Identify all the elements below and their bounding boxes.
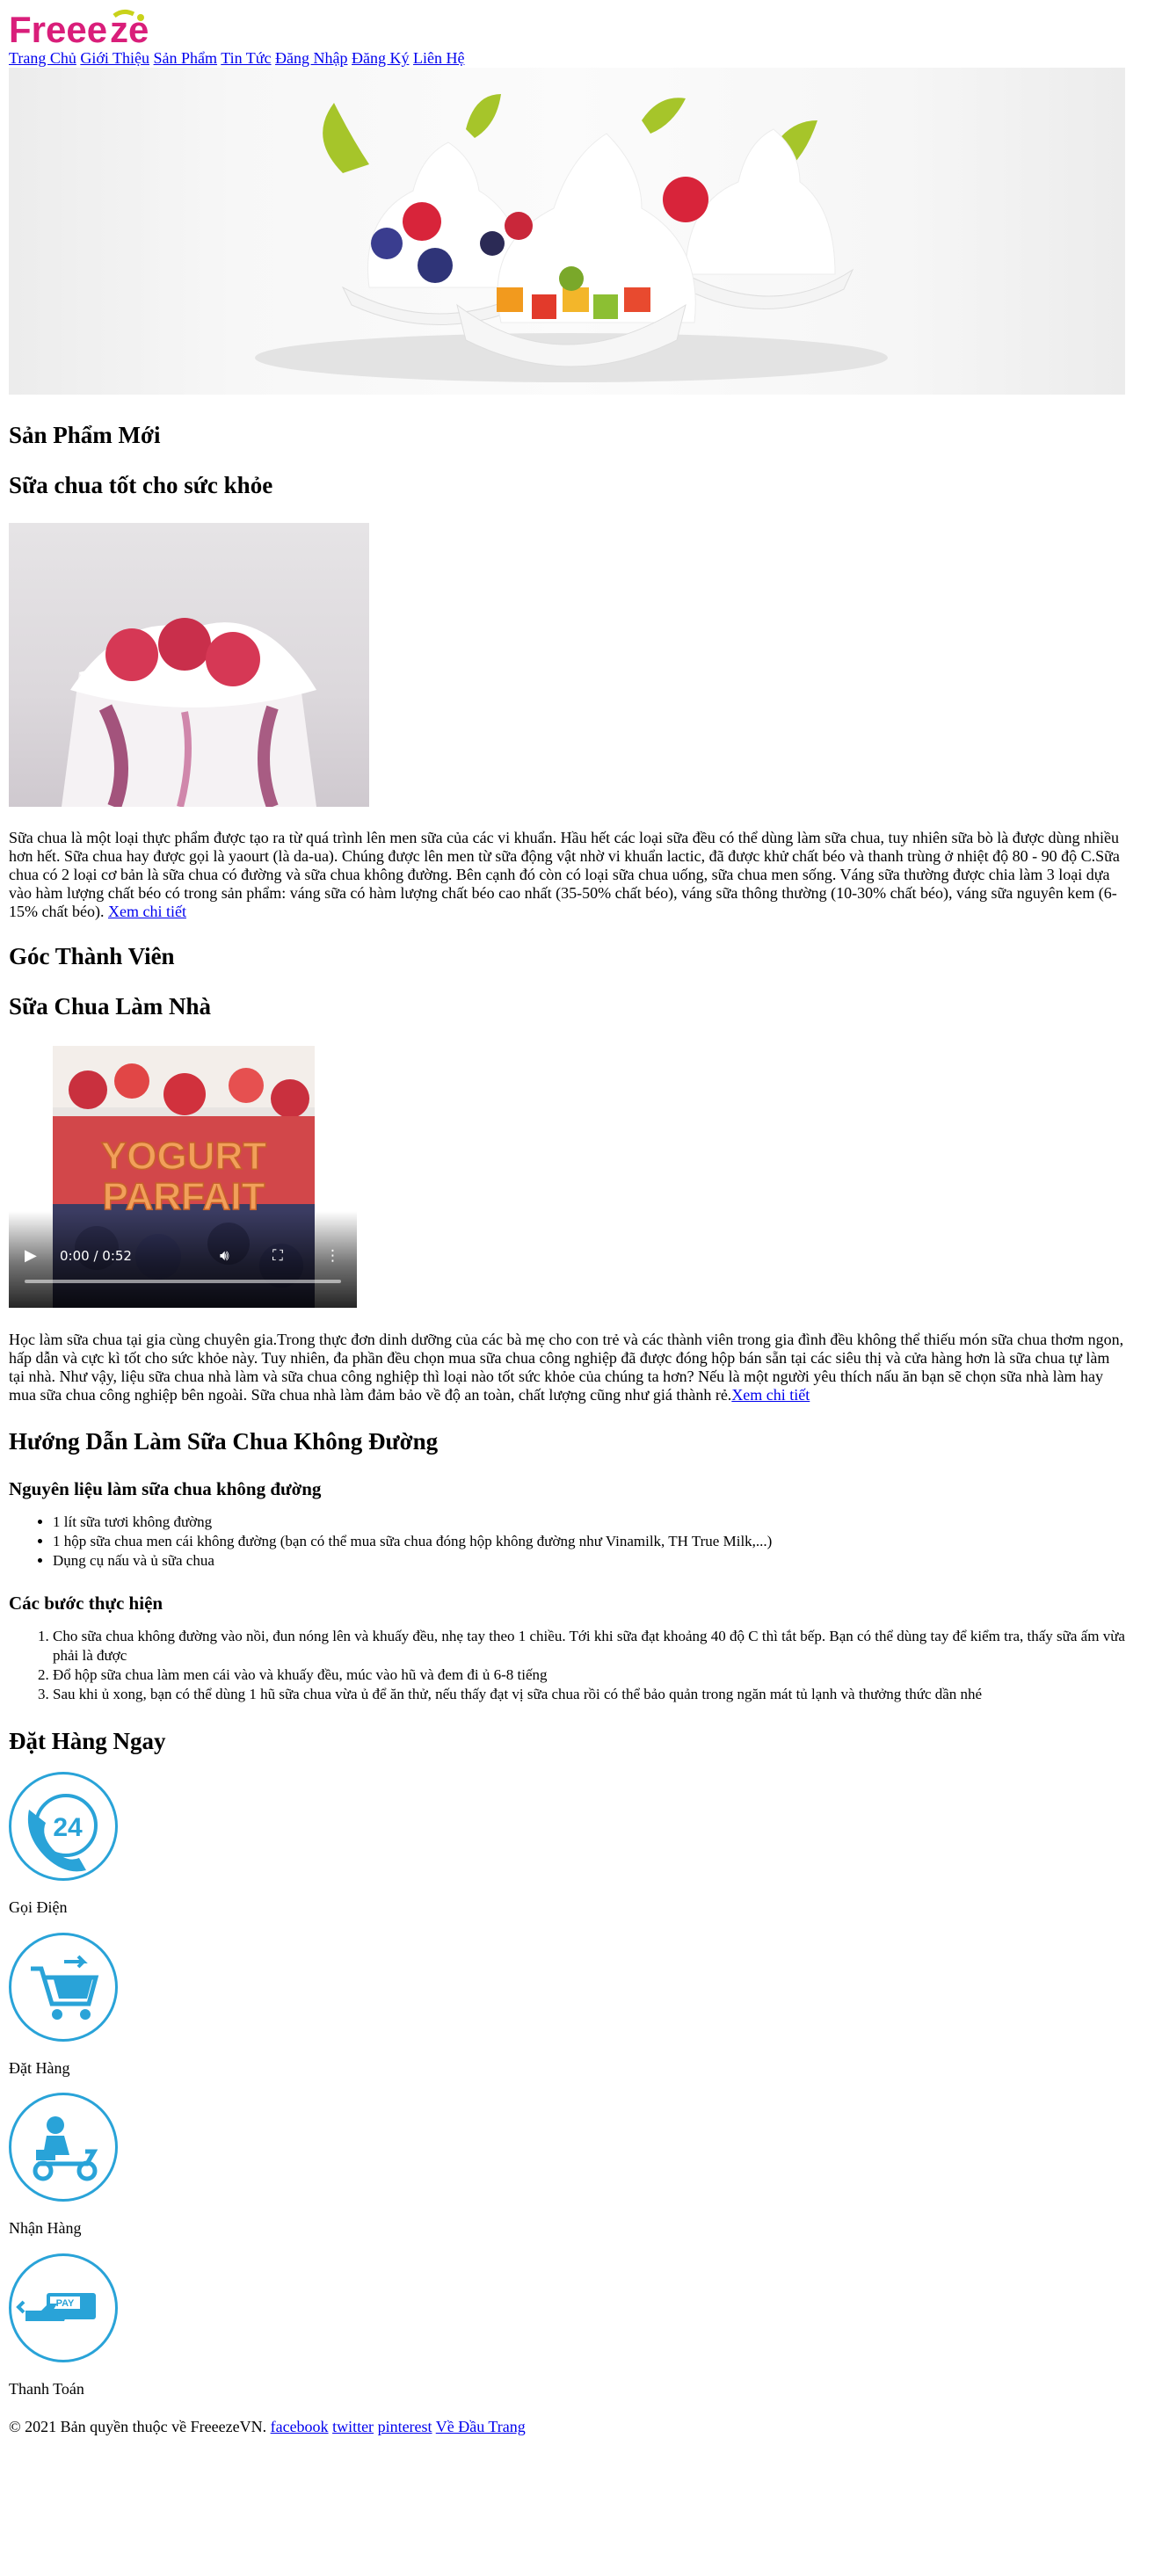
footer-link-facebook[interactable]: facebook [271, 2418, 329, 2435]
order-step-call[interactable]: 24 Gọi Điện [9, 1772, 1146, 1917]
section-title-guide: Hướng Dẫn Làm Sữa Chua Không Đường [9, 1428, 439, 1455]
copyright-text: © 2021 Bản quyền thuộc về FreeezeVN. [9, 2417, 271, 2435]
site-footer: © 2021 Bản quyền thuộc về FreeezeVN. fac… [9, 2418, 1146, 2436]
step-item: Sau khi ủ xong, bạn có thể dùng 1 hũ sữa… [53, 1685, 1146, 1704]
site-logo[interactable]: Freee ze [9, 0, 1146, 48]
pay-badge: PAY [56, 2298, 75, 2309]
new-products-read-more-link[interactable]: Xem chi tiết [108, 903, 186, 920]
ingredient-item: Dụng cụ nấu và ủ sữa chua [53, 1551, 1146, 1571]
article-title-homemade-yogurt: Sữa Chua Làm Nhà [9, 993, 212, 1020]
video-progress-track[interactable] [25, 1280, 341, 1283]
freeeze-logo-image: Freee ze [9, 9, 149, 48]
article-title-healthy-yogurt: Sữa chua tốt cho sức khỏe [9, 472, 273, 498]
footer-link-back-to-top[interactable]: Về Đầu Trang [436, 2418, 526, 2435]
video-time-display: 0:00 / 0:52 [60, 1247, 132, 1264]
video-player[interactable]: YOGURT PARFAIT ▶ 0:00 / 0:52 🔊︎ ⛶ ⋮ [9, 1046, 357, 1308]
video-overlay-title-line1: YOGURT [101, 1135, 266, 1178]
order-step-receive[interactable]: Nhận Hàng [9, 2093, 1146, 2238]
pay-card-icon: PAY [9, 2253, 118, 2363]
steps-list: Cho sữa chua không đường vào nồi, đun nó… [9, 1627, 1146, 1704]
call-24-badge: 24 [53, 1813, 83, 1842]
order-step-label: Thanh Toán [9, 2380, 84, 2398]
ingredient-item: 1 hộp sữa chua men cái không đường (bạn … [53, 1532, 1146, 1551]
footer-link-pinterest[interactable]: pinterest [378, 2418, 432, 2435]
order-step-cart[interactable]: Đặt Hàng [9, 1932, 1146, 2078]
more-options-icon[interactable]: ⋮ [325, 1248, 340, 1266]
ingredient-item: 1 lít sữa tươi không đường [53, 1513, 1146, 1532]
phone-24-icon: 24 [9, 1772, 118, 1881]
new-products-article-body: Sữa chua là một loại thực phẩm được tạo … [9, 829, 1125, 921]
members-read-more-link[interactable]: Xem chi tiết [731, 1386, 810, 1404]
play-icon[interactable]: ▶ [25, 1247, 37, 1266]
ingredients-list: 1 lít sữa tươi không đường 1 hộp sữa chu… [9, 1513, 1146, 1571]
main-nav: Trang Chủ Giới Thiệu Sản Phẩm Tin Tức Đă… [9, 48, 1146, 68]
step-item: Đổ hộp sữa chua làm men cái vào và khuấy… [53, 1665, 1146, 1685]
members-article-text: Học làm sữa chua tại gia cùng chuyên gia… [9, 1331, 1124, 1404]
yogurt-raspberry-image [9, 523, 369, 807]
nav-link-news[interactable]: Tin Tức [221, 49, 271, 67]
footer-link-twitter[interactable]: twitter [332, 2418, 374, 2435]
section-title-new-products: Sản Phẩm Mới [9, 422, 161, 448]
order-step-label: Đặt Hàng [9, 2058, 70, 2077]
svg-text:Freee: Freee [9, 9, 107, 48]
order-step-label: Nhận Hàng [9, 2219, 82, 2238]
order-step-label: Gọi Điện [9, 1898, 68, 1916]
nav-link-about[interactable]: Giới Thiệu [80, 49, 149, 67]
nav-link-home[interactable]: Trang Chủ [9, 49, 76, 67]
section-title-order: Đặt Hàng Ngay [9, 1728, 166, 1754]
nav-link-contact[interactable]: Liên Hệ [413, 49, 464, 67]
volume-icon[interactable]: 🔊︎ [220, 1248, 229, 1266]
members-article-body: Học làm sữa chua tại gia cùng chuyên gia… [9, 1331, 1125, 1404]
section-title-members: Góc Thành Viên [9, 943, 175, 969]
order-step-payment[interactable]: PAY Thanh Toán [9, 2253, 1146, 2398]
steps-title: Các bước thực hiện [9, 1593, 163, 1614]
fullscreen-icon[interactable]: ⛶ [272, 1248, 283, 1266]
ingredients-title: Nguyên liệu làm sữa chua không đường [9, 1478, 322, 1499]
nav-link-register[interactable]: Đăng Ký [352, 49, 410, 67]
hero-banner-image [9, 68, 1125, 395]
step-item: Cho sữa chua không đường vào nồi, đun nó… [53, 1627, 1146, 1665]
nav-link-login[interactable]: Đăng Nhập [275, 49, 347, 67]
nav-link-products[interactable]: Sản Phẩm [154, 49, 218, 67]
shopping-cart-icon [9, 1932, 118, 2042]
delivery-scooter-icon [9, 2093, 118, 2202]
video-controls-bar: ▶ 0:00 / 0:52 🔊︎ ⛶ ⋮ [9, 1211, 357, 1308]
